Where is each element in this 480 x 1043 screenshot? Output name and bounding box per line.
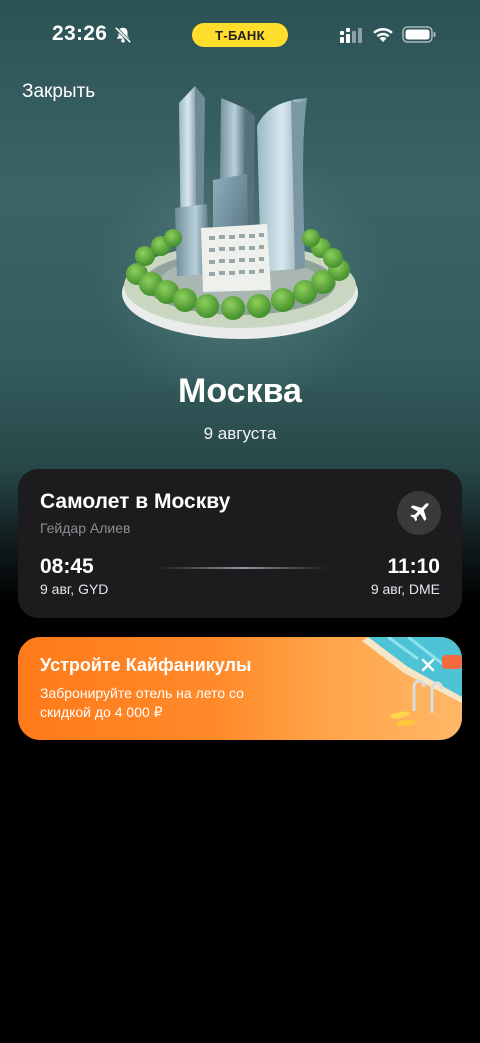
status-time: 23:26 — [52, 22, 108, 45]
promo-text: Забронируйте отель на лето со скидкой до… — [40, 685, 244, 720]
bell-slash-icon — [114, 26, 132, 44]
departure-airport: Гейдар Алиев — [40, 520, 131, 536]
close-icon[interactable] — [418, 655, 438, 675]
airplane-button[interactable] — [397, 491, 441, 535]
status-bar: 23:26 Т-БАНК — [0, 0, 480, 70]
flight-title: Самолет в Москву — [40, 490, 231, 513]
arrival-info: 9 авг, DME — [370, 581, 440, 597]
close-button[interactable]: Закрыть — [22, 81, 95, 103]
promo-banner[interactable]: Устройте Кайфаникулы Забронируйте отель … — [18, 637, 462, 740]
departure-info: 9 авг, GYD — [40, 581, 109, 597]
promo-title: Устройте Кайфаникулы — [40, 655, 252, 675]
departure-time: 08:45 — [40, 555, 94, 578]
battery-icon — [402, 26, 436, 43]
moscow-city-illustration — [122, 86, 358, 339]
pool-illustration — [362, 637, 462, 727]
destination-date: 9 августа — [203, 424, 277, 443]
bank-indicator: Т-БАНК — [192, 23, 288, 47]
signal-icon — [340, 28, 362, 43]
destination-city: Москва — [178, 372, 302, 410]
wifi-icon — [373, 27, 393, 42]
airplane-icon — [410, 502, 429, 522]
arrival-time: 11:10 — [387, 555, 440, 578]
flight-card[interactable]: Самолет в Москву Гейдар Алиев 08:45 9 ав… — [18, 469, 462, 618]
route-line — [158, 567, 328, 569]
